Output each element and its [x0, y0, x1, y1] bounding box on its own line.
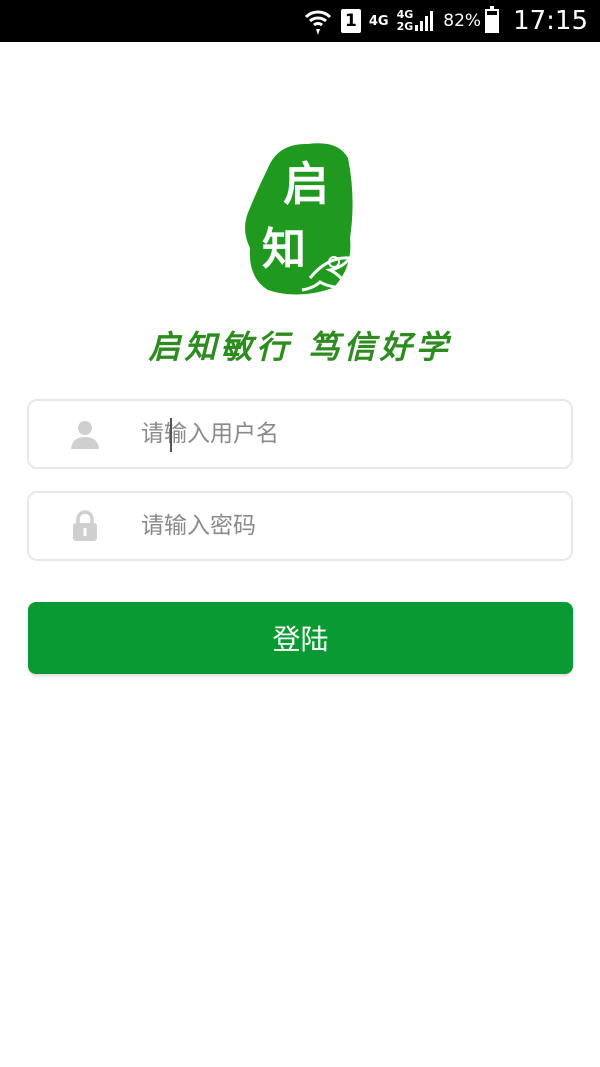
app-logo: 启 知: [238, 138, 358, 298]
app-slogan: 启知敏行 笃信好学: [148, 328, 452, 366]
battery-fill: [487, 14, 498, 31]
status-bar: 1 4G 4G 2G 82% 17:15: [0, 0, 600, 42]
password-input[interactable]: [141, 506, 521, 546]
password-field[interactable]: [27, 491, 573, 561]
username-input[interactable]: [141, 414, 521, 454]
network-type-secondary-bottom: 2G: [396, 20, 414, 33]
user-icon: [29, 418, 141, 450]
wifi-icon: [303, 6, 333, 36]
username-field[interactable]: [27, 399, 573, 469]
status-clock: 17:15: [513, 6, 588, 36]
sim-slot-badge: 1: [340, 9, 361, 33]
login-button[interactable]: 登陆: [28, 602, 573, 674]
network-type-secondary: 4G 2G: [397, 9, 414, 33]
battery-percent: 82%: [443, 11, 482, 31]
text-caret: [170, 418, 172, 452]
lock-icon: [29, 510, 141, 542]
battery-icon: [485, 6, 500, 33]
network-type-primary: 4G: [368, 13, 389, 29]
logo-char-1: 启: [283, 157, 329, 211]
signal-icon: [415, 9, 435, 33]
logo-char-2: 知: [262, 224, 306, 275]
